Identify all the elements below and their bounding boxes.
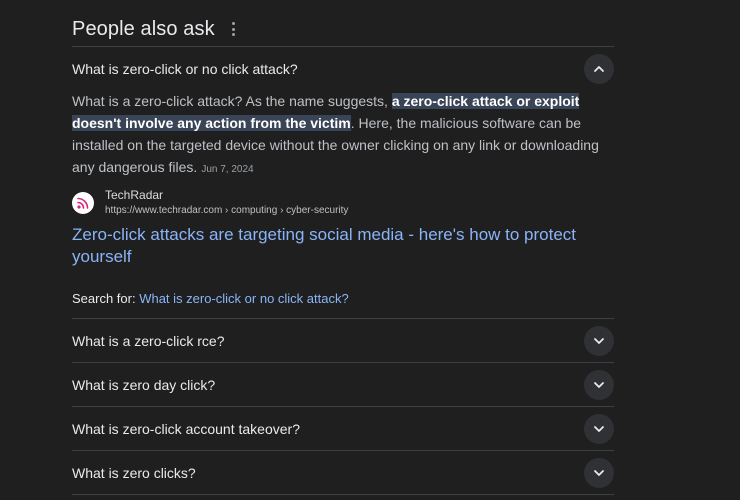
question-text: What is zero day click? — [72, 377, 216, 393]
question-text: What is zero-click account takeover? — [72, 421, 300, 437]
search-for: Search for: What is zero-click or no cli… — [72, 291, 349, 306]
divider — [72, 494, 614, 495]
question-text: What is a zero-click rce? — [72, 333, 225, 349]
paa-question[interactable]: What is zero day click? — [72, 363, 614, 407]
paa-question[interactable]: What is zero clicks? — [72, 451, 614, 495]
chevron-down-icon[interactable] — [584, 326, 614, 356]
answer-text-start: What is a zero-click attack? As the name… — [72, 93, 392, 109]
chevron-down-icon[interactable] — [584, 458, 614, 488]
question-text: What is zero clicks? — [72, 465, 196, 481]
source-url: https://www.techradar.com › computing › … — [105, 205, 349, 216]
paa-question-expanded[interactable]: What is zero-click or no click attack? — [72, 47, 614, 91]
chevron-down-icon[interactable] — [584, 414, 614, 444]
search-for-link[interactable]: What is zero-click or no click attack? — [139, 291, 349, 306]
chevron-up-icon[interactable] — [584, 54, 614, 84]
paa-header: People also ask — [72, 16, 239, 42]
answer-snippet: What is a zero-click attack? As the name… — [72, 90, 612, 181]
question-text: What is zero-click or no click attack? — [72, 61, 298, 77]
paa-title: People also ask — [72, 17, 215, 40]
answer-date: Jun 7, 2024 — [201, 164, 254, 175]
source-name: TechRadar — [105, 188, 164, 202]
chevron-down-icon[interactable] — [584, 370, 614, 400]
search-for-label: Search for: — [72, 291, 140, 306]
source-text: TechRadar https://www.techradar.com › co… — [105, 188, 348, 219]
paa-question[interactable]: What is zero-click account takeover? — [72, 407, 614, 451]
kebab-icon[interactable] — [229, 22, 239, 36]
paa-question[interactable]: What is a zero-click rce? — [72, 319, 614, 363]
result-source[interactable]: TechRadar https://www.techradar.com › co… — [72, 188, 348, 219]
techradar-logo-icon — [72, 192, 94, 214]
people-also-ask-page: People also ask What is zero-click or no… — [0, 0, 740, 500]
result-title-link[interactable]: Zero-click attacks are targeting social … — [72, 224, 592, 268]
